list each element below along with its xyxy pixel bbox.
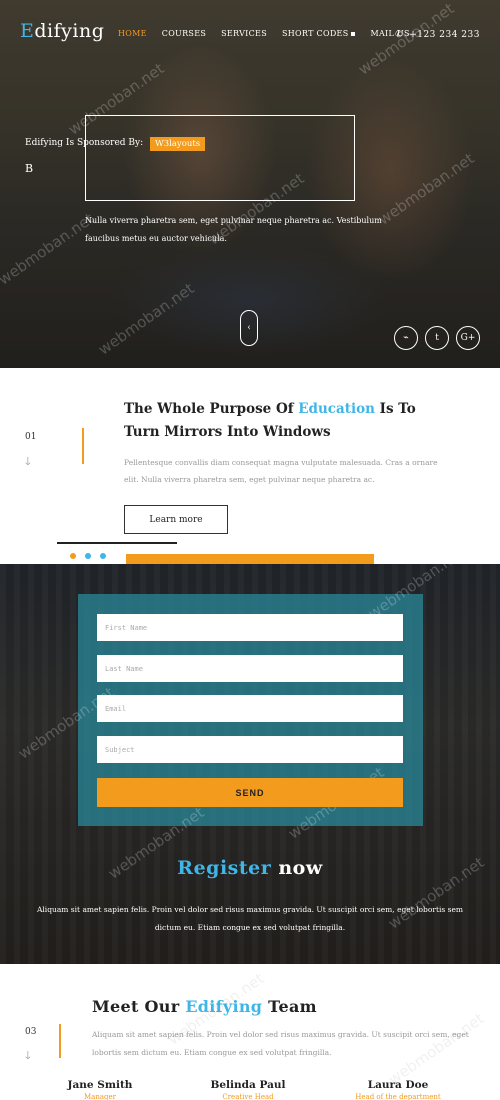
about-title-pre: The Whole Purpose Of	[124, 401, 299, 417]
nav-services[interactable]: SERVICES	[221, 29, 267, 38]
phone-icon: ✆	[395, 30, 404, 40]
phone-text: +123 234 233	[409, 30, 480, 40]
register-title-highlight: Register	[177, 857, 272, 879]
logo-text: difying	[34, 20, 105, 42]
send-button[interactable]: SEND	[97, 778, 403, 807]
accent-divider	[82, 428, 84, 464]
last-name-field[interactable]	[97, 655, 403, 682]
team-title-pre: Meet Our	[92, 997, 186, 1016]
nav-short-codes-label: SHORT CODES	[281, 29, 349, 38]
about-title: The Whole Purpose Of Education Is To Tur…	[124, 398, 454, 444]
member-name: Jane Smith	[67, 1079, 133, 1091]
hero-description: Nulla viverra pharetra sem, eget pulvina…	[85, 216, 382, 243]
slider-dot[interactable]	[100, 553, 106, 559]
sponsor-tag[interactable]: W3layouts	[150, 137, 206, 151]
team-text: Aliquam sit amet sapien felis. Proin vel…	[92, 1030, 469, 1057]
team-title-highlight: Edifying	[185, 997, 263, 1016]
email-field[interactable]	[97, 695, 403, 722]
about-text: Pellentesque convallis diam consequat ma…	[124, 458, 438, 484]
accent-divider	[59, 1024, 61, 1058]
sponsor-letter: B	[25, 162, 34, 175]
link-icon[interactable]: ⌁	[394, 326, 418, 350]
nav-courses[interactable]: COURSES	[162, 29, 206, 38]
chevron-left-icon: ‹	[247, 323, 251, 333]
dropdown-icon	[351, 32, 356, 36]
progress-line	[57, 542, 177, 544]
hero-frame	[85, 115, 355, 201]
section-number: 03	[25, 1027, 37, 1037]
member-role: Head of the department	[355, 1093, 441, 1100]
social-links: ⌁ t G+	[394, 326, 480, 350]
section-number: 01	[25, 432, 37, 442]
slider-prev-button[interactable]: ‹	[240, 310, 258, 346]
team-member: Belinda Paul Creative Head	[188, 1079, 308, 1100]
slider-dot[interactable]	[70, 553, 76, 559]
team-member: Jane Smith Manager	[40, 1079, 160, 1100]
team-member: Laura Doe Head of the department	[338, 1079, 458, 1100]
accent-bar	[126, 554, 374, 564]
main-nav: HOME COURSES SERVICES SHORT CODES MAIL U…	[118, 29, 410, 38]
phone-number: ✆ +123 234 233	[395, 30, 480, 40]
logo[interactable]: Edifying	[20, 20, 104, 42]
learn-more-button[interactable]: Learn more	[124, 505, 228, 534]
arrow-down-icon[interactable]: 🡓	[25, 453, 31, 472]
twitter-icon[interactable]: t	[425, 326, 449, 350]
member-role: Creative Head	[222, 1093, 274, 1100]
register-text: Aliquam sit amet sapien felis. Proin vel…	[36, 905, 464, 932]
subject-field[interactable]	[97, 736, 403, 763]
hero-section: Edifying HOME COURSES SERVICES SHORT COD…	[0, 0, 500, 368]
register-title: Register now	[0, 857, 500, 879]
first-name-field[interactable]	[97, 614, 403, 641]
nav-home[interactable]: HOME	[118, 29, 147, 38]
member-role: Manager	[84, 1093, 116, 1100]
team-title-post: Team	[262, 997, 317, 1016]
member-name: Laura Doe	[367, 1079, 429, 1091]
register-title-rest: now	[271, 857, 323, 879]
team-title: Meet Our Edifying Team	[92, 997, 317, 1016]
arrow-down-icon[interactable]: 🡓	[25, 1047, 31, 1066]
about-title-highlight: Education	[298, 401, 375, 417]
logo-initial: E	[20, 20, 35, 42]
google-plus-icon[interactable]: G+	[456, 326, 480, 350]
sponsor-text: Edifying Is Sponsored By:	[25, 138, 144, 148]
member-name: Belinda Paul	[210, 1079, 286, 1091]
nav-short-codes[interactable]: SHORT CODES	[282, 29, 356, 38]
slider-dots	[70, 553, 106, 559]
slider-dot[interactable]	[85, 553, 91, 559]
